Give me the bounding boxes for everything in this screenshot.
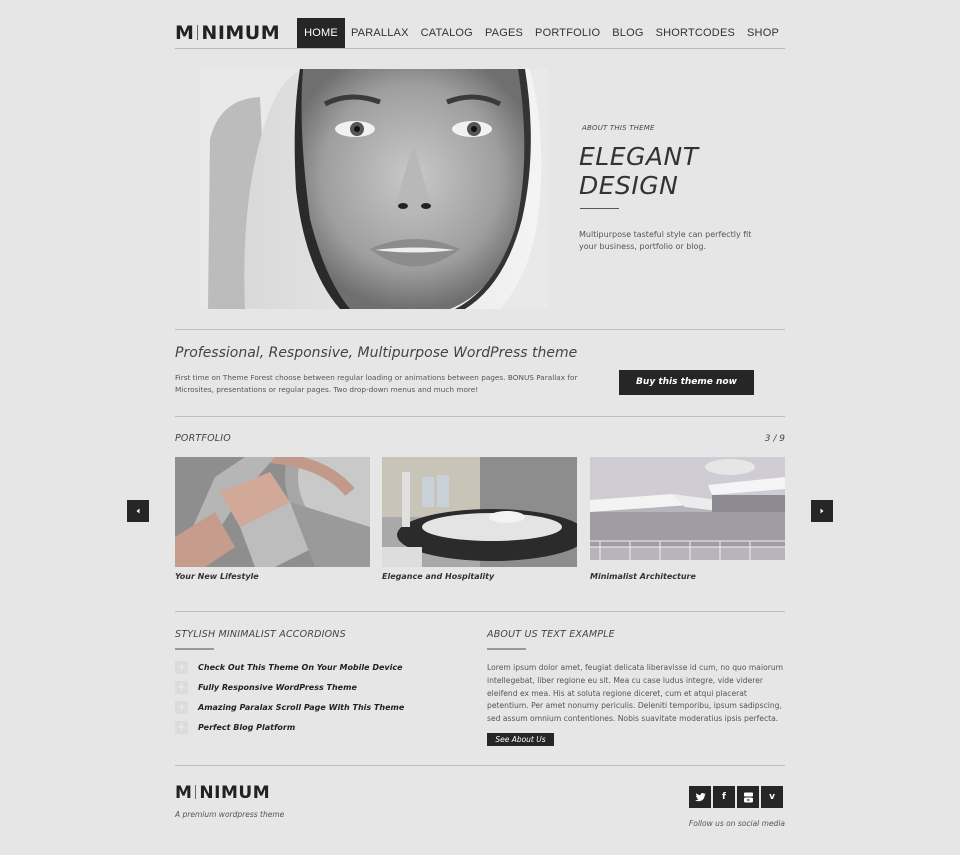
hero-title: ELEGANT DESIGN <box>579 142 698 200</box>
footer-logo-left: M <box>175 783 193 803</box>
section-divider <box>175 416 785 417</box>
accordions-title: STYLISH MINIMALIST ACCORDIONS <box>175 629 346 640</box>
portfolio-item[interactable]: Elegance and Hospitality <box>382 457 577 581</box>
accordion-item[interactable]: + Fully Responsive WordPress Theme <box>175 680 357 694</box>
facebook-icon[interactable]: f <box>713 786 735 808</box>
portfolio-title: PORTFOLIO <box>175 433 231 444</box>
accordion-item[interactable]: + Check Out This Theme On Your Mobile De… <box>175 660 403 674</box>
hero-image <box>200 69 548 309</box>
plus-icon[interactable]: + <box>175 720 188 734</box>
portfolio-caption[interactable]: Elegance and Hospitality <box>382 572 577 581</box>
portfolio-image-watch[interactable] <box>175 457 370 567</box>
footer-logo[interactable]: M NIMUM <box>175 783 270 803</box>
hero-portrait-illustration <box>200 69 548 309</box>
accordion-label[interactable]: Check Out This Theme On Your Mobile Devi… <box>198 663 403 672</box>
promo-title: Professional, Responsive, Multipurpose W… <box>175 345 578 361</box>
portfolio-item[interactable]: Your New Lifestyle <box>175 457 370 581</box>
portfolio-pager: 3 / 9 <box>764 434 785 444</box>
watch-illustration <box>175 457 370 567</box>
accordion-item[interactable]: + Perfect Blog Platform <box>175 720 295 734</box>
nav-catalog[interactable]: CATALOG <box>415 18 479 48</box>
promo-text: First time on Theme Forest choose betwee… <box>175 373 578 394</box>
footer-logo-right: NIMUM <box>199 783 271 803</box>
accordion-label[interactable]: Fully Responsive WordPress Theme <box>198 683 357 692</box>
portfolio-prev-button[interactable] <box>127 500 149 522</box>
see-about-us-button[interactable]: See About Us <box>487 733 554 746</box>
footer-tagline: A premium wordpress theme <box>175 810 285 819</box>
logo-bar <box>197 25 199 40</box>
about-title: ABOUT US TEXT EXAMPLE <box>487 629 615 640</box>
nav-shop[interactable]: SHOP <box>741 18 785 48</box>
hero-text: Multipurpose tasteful style can perfectl… <box>579 230 752 251</box>
hero-eyebrow: ABOUT THIS THEME <box>582 124 655 132</box>
logo-text-left: M <box>175 22 195 44</box>
hero-rule <box>580 208 619 209</box>
accordion-label[interactable]: Perfect Blog Platform <box>198 723 295 732</box>
vimeo-icon[interactable]: v <box>761 786 783 808</box>
portfolio-next-button[interactable] <box>811 500 833 522</box>
section-divider <box>175 329 785 330</box>
nav-blog[interactable]: BLOG <box>606 18 649 48</box>
logo-text-right: NIMUM <box>201 22 281 44</box>
nav-parallax[interactable]: PARALLAX <box>345 18 415 48</box>
plus-icon[interactable]: + <box>175 680 188 694</box>
arrow-right-icon <box>820 508 824 514</box>
nav-portfolio[interactable]: PORTFOLIO <box>529 18 606 48</box>
nav-pages[interactable]: PAGES <box>479 18 529 48</box>
header-divider <box>175 48 785 49</box>
accordions-rule <box>175 648 214 650</box>
portfolio-image-architecture[interactable] <box>590 457 785 567</box>
section-divider <box>175 765 785 766</box>
buy-theme-button[interactable]: Buy this theme now <box>619 370 754 395</box>
social-links: f v <box>689 786 783 808</box>
main-nav: HOME PARALLAX CATALOG PAGES PORTFOLIO BL… <box>297 18 785 48</box>
portfolio-image-restaurant[interactable] <box>382 457 577 567</box>
site-logo[interactable]: M NIMUM <box>175 22 280 44</box>
section-divider <box>175 611 785 612</box>
youtube-icon[interactable] <box>737 786 759 808</box>
restaurant-illustration <box>382 457 577 567</box>
logo-bar <box>195 785 197 799</box>
portfolio-caption[interactable]: Minimalist Architecture <box>590 572 785 581</box>
about-text: Lorem ipsum dolor amet, feugiat delicata… <box>487 663 784 724</box>
portfolio-item[interactable]: Minimalist Architecture <box>590 457 785 581</box>
arrow-left-icon <box>136 508 140 514</box>
hero-title-line1: ELEGANT <box>579 142 699 171</box>
twitter-icon[interactable] <box>689 786 711 808</box>
follow-text: Follow us on social media <box>688 819 785 828</box>
accordion-item[interactable]: + Amazing Paralax Scroll Page With This … <box>175 700 404 714</box>
hero-title-line2: DESIGN <box>579 171 679 200</box>
portfolio-caption[interactable]: Your New Lifestyle <box>175 572 370 581</box>
plus-icon[interactable]: + <box>175 660 188 674</box>
accordion-label[interactable]: Amazing Paralax Scroll Page With This Th… <box>198 703 404 712</box>
plus-icon[interactable]: + <box>175 700 188 714</box>
nav-shortcodes[interactable]: SHORTCODES <box>650 18 741 48</box>
architecture-illustration <box>590 457 785 567</box>
about-rule <box>487 648 526 650</box>
nav-home[interactable]: HOME <box>297 18 345 48</box>
